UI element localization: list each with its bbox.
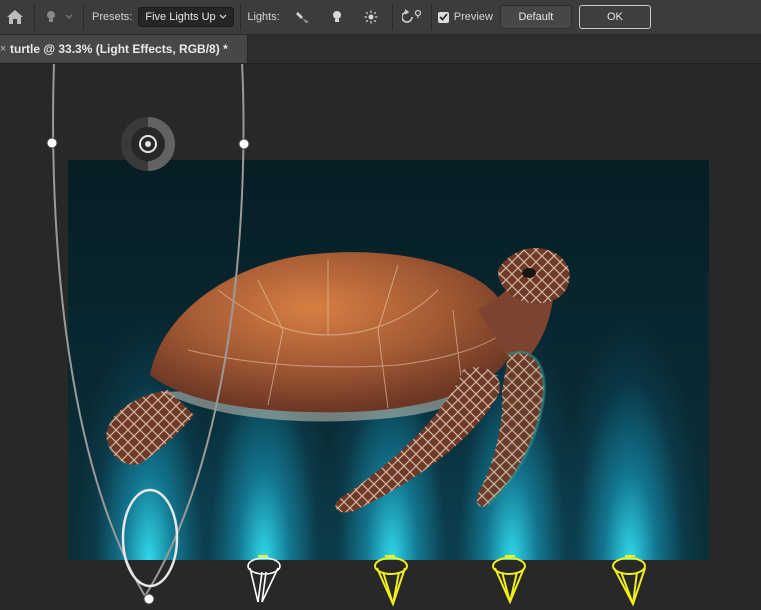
add-point-light-button[interactable] [320, 2, 354, 32]
close-tab-icon[interactable]: × [0, 43, 10, 55]
checkmark-icon [439, 13, 448, 21]
reset-light-button[interactable] [397, 2, 427, 32]
separator [34, 4, 35, 30]
preview-toggle[interactable]: Preview [437, 11, 493, 23]
chevron-down-icon [219, 14, 227, 19]
spot-light-widget-2[interactable] [247, 555, 281, 603]
spot-light-widget-4[interactable] [492, 555, 526, 605]
home-button[interactable] [0, 2, 30, 32]
spot-light-widget-5[interactable] [612, 555, 646, 607]
document-tab[interactable]: × turtle @ 33.3% (Light Effects, RGB/8) … [0, 35, 248, 63]
presets-select-value: Five Lights Up [145, 11, 216, 23]
default-button[interactable]: Default [499, 5, 572, 29]
add-spot-light-button[interactable] [286, 2, 320, 32]
presets-select[interactable]: Five Lights Up [138, 7, 235, 27]
lights-label: Lights: [247, 11, 280, 23]
separator [240, 4, 242, 30]
document-tab-title: turtle @ 33.3% (Light Effects, RGB/8) * [10, 42, 228, 56]
canvas-area[interactable] [0, 64, 761, 610]
separator [430, 4, 432, 30]
ok-button[interactable]: OK [578, 5, 651, 29]
spot-light-icon [295, 12, 309, 23]
ellipse-handle-right[interactable] [238, 138, 250, 150]
separator [83, 4, 84, 30]
reset-light-icon [401, 9, 421, 23]
preview-label: Preview [453, 11, 493, 23]
light-type-dropdown[interactable] [39, 2, 79, 32]
options-bar: Presets: Five Lights Up Lights: Preview … [0, 0, 761, 35]
chevron-down-icon [65, 14, 73, 19]
preview-checkbox[interactable] [437, 11, 449, 23]
add-infinite-light-button[interactable] [354, 2, 388, 32]
ellipse-handle-left[interactable] [46, 137, 58, 149]
ellipse-handle-bottom[interactable] [143, 593, 155, 605]
separator [391, 4, 393, 30]
infinite-light-icon [364, 10, 378, 24]
document-tab-bar: × turtle @ 33.3% (Light Effects, RGB/8) … [0, 35, 761, 64]
intensity-ring[interactable] [121, 117, 175, 171]
presets-label: Presets: [92, 11, 133, 23]
home-icon [7, 10, 23, 24]
point-light-icon [332, 11, 341, 22]
light-bulb-icon [47, 11, 55, 22]
spot-light-widget-3[interactable] [374, 555, 408, 607]
light-controls-overlay [46, 64, 646, 607]
selected-light-hotspot[interactable] [121, 488, 179, 588]
